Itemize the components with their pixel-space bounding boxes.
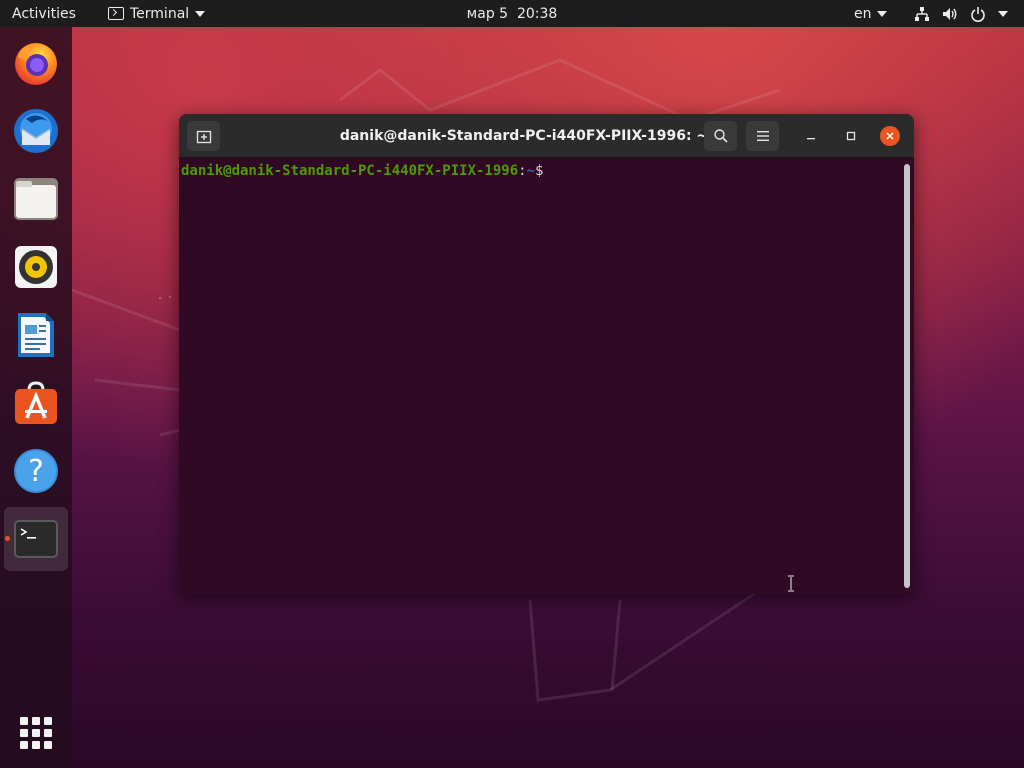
dock-item-writer[interactable]	[4, 303, 68, 367]
search-icon	[713, 129, 728, 143]
prompt-colon: :	[518, 163, 527, 179]
dock: ?	[0, 27, 72, 768]
prompt-user-host: danik@danik-Standard-PC-i440FX-PIIX-1996	[181, 163, 519, 179]
activities-label: Activities	[12, 5, 76, 22]
new-tab-icon	[196, 130, 211, 144]
prompt-path: ~	[526, 163, 536, 179]
volume-icon	[943, 7, 957, 20]
dock-item-terminal[interactable]	[4, 507, 68, 571]
terminal-icon	[14, 520, 58, 558]
terminal-small-icon	[108, 7, 124, 20]
minimize-icon	[807, 138, 815, 140]
language-selector[interactable]: en	[854, 0, 887, 27]
prompt-symbol: $	[535, 163, 544, 179]
dock-item-rhythmbox[interactable]	[4, 235, 68, 299]
network-wired-icon	[915, 6, 929, 21]
scrollbar[interactable]	[904, 164, 910, 588]
rhythmbox-icon	[15, 246, 57, 288]
power-icon	[971, 6, 985, 22]
app-menu-label: Terminal	[130, 5, 190, 22]
activities-button[interactable]: Activities	[12, 0, 76, 27]
top-bar: Activities Terminal мар 5 20:38 en	[0, 0, 1024, 27]
software-icon	[15, 381, 57, 424]
running-indicator	[5, 536, 10, 541]
language-label: en	[854, 5, 872, 22]
close-button[interactable]	[880, 126, 900, 146]
thunderbird-icon	[14, 109, 58, 153]
firefox-icon	[15, 43, 57, 85]
menu-button[interactable]	[746, 121, 779, 151]
terminal-content[interactable]: danik@danik-Standard-PC-i440FX-PIIX-1996…	[179, 158, 914, 594]
dock-item-thunderbird[interactable]	[4, 99, 68, 163]
header-bar[interactable]: danik@danik-Standard-PC-i440FX-PIIX-1996…	[179, 114, 914, 158]
dock-item-files[interactable]	[4, 167, 68, 231]
shell-prompt: danik@danik-Standard-PC-i440FX-PIIX-1996…	[181, 163, 543, 179]
chevron-down-icon	[998, 10, 1008, 17]
writer-icon	[18, 313, 54, 357]
hamburger-icon	[756, 131, 769, 141]
new-tab-button[interactable]	[187, 121, 220, 151]
clock-label[interactable]: мар 5 20:38	[467, 6, 558, 22]
chevron-down-icon	[195, 10, 206, 17]
app-menu[interactable]: Terminal	[108, 0, 206, 27]
chevron-down-icon	[876, 10, 887, 17]
dock-item-firefox[interactable]	[4, 31, 68, 95]
minimize-button[interactable]	[801, 126, 821, 146]
maximize-button[interactable]	[841, 126, 861, 146]
text-cursor-icon	[788, 575, 794, 592]
apps-grid-icon[interactable]	[20, 717, 52, 749]
search-button[interactable]	[704, 121, 737, 151]
svg-text:?: ?	[28, 454, 44, 489]
terminal-window: danik@danik-Standard-PC-i440FX-PIIX-1996…	[179, 114, 914, 594]
system-tray[interactable]	[914, 0, 1008, 27]
dock-item-software[interactable]	[4, 371, 68, 435]
dock-item-help[interactable]: ?	[4, 439, 68, 503]
window-title: danik@danik-Standard-PC-i440FX-PIIX-1996…	[339, 128, 709, 144]
close-icon	[886, 132, 894, 140]
files-icon	[14, 178, 58, 220]
maximize-icon	[846, 131, 856, 141]
help-icon: ?	[14, 449, 58, 493]
